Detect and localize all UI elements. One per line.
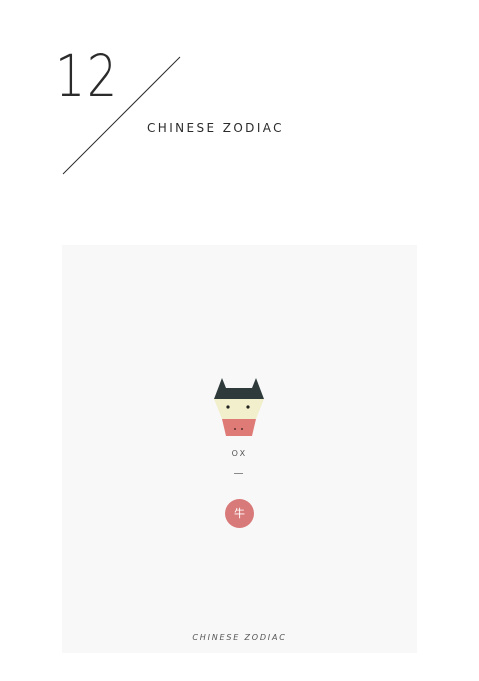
ox-horns [214,378,264,399]
ox-nostril-right [241,428,243,430]
page-title: CHINESE ZODIAC [147,121,284,135]
ox-nostril-left [234,428,236,430]
animal-name: OX [231,449,248,458]
ox-eye-right [246,405,250,409]
slash-divider [62,56,181,175]
ox-face [214,399,264,419]
ox-eye-left [226,405,230,409]
ox-head-icon [214,378,264,436]
card-footer: CHINESE ZODIAC [192,633,287,642]
hanzi-badge: 牛 [225,499,254,528]
ox-muzzle [222,419,256,436]
separator-dash [234,473,243,474]
zodiac-card: OX 牛 CHINESE ZODIAC [62,245,417,653]
